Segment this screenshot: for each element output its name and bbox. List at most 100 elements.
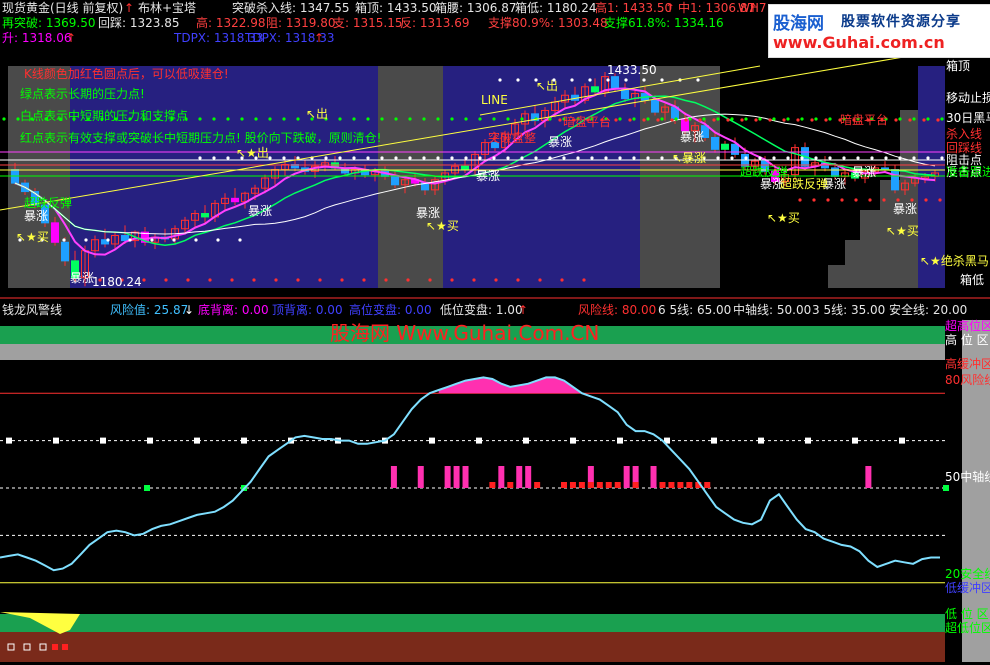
dot — [582, 278, 586, 282]
header-row2-item: 高: 1322.98 — [196, 15, 265, 30]
dot — [422, 117, 426, 121]
upper-annotation: 绿点表示长期的压力点! — [20, 86, 145, 101]
candle-body — [231, 197, 239, 203]
marker-square — [711, 437, 717, 444]
dot — [744, 156, 748, 160]
dot — [366, 156, 370, 160]
dot — [618, 117, 622, 121]
dot — [576, 156, 580, 160]
dot — [810, 118, 814, 122]
upper-annotation: 1180.24 — [92, 275, 142, 289]
lower-header-item: ↓ — [184, 303, 194, 317]
signal-pink-bar — [516, 466, 523, 488]
lower-right-label: 低缓冲区 — [945, 580, 990, 595]
dot — [506, 117, 510, 121]
marker-red — [52, 644, 58, 650]
dot — [240, 117, 244, 121]
lower-header-item: 6 5线: 65.00 — [658, 303, 731, 317]
dot — [660, 117, 664, 121]
dot — [730, 117, 734, 121]
lower-right-label: 低 位 区 — [945, 606, 989, 621]
candle-body — [591, 86, 599, 93]
upper-right-label: 准备跟进 — [946, 165, 990, 179]
dot — [898, 117, 902, 121]
logo-url: www.Guhai.com.cn — [773, 33, 945, 52]
signal-pink-bar — [444, 466, 451, 488]
header-row2-item: 支撑61.8%: 1334.16 — [604, 15, 724, 30]
dot — [380, 117, 384, 121]
dot — [646, 117, 650, 121]
upper-annotation: 暗盘平台 — [563, 114, 611, 129]
lower-right-label: 20安全线 — [945, 566, 990, 581]
header-row2-item: 反: 1313.69 — [400, 16, 469, 30]
lower-right-label: 超高位区 — [945, 318, 990, 333]
candle-body — [51, 222, 59, 243]
dot — [254, 117, 258, 121]
header-row1-item: WH7 — [738, 1, 767, 15]
candle-body — [391, 175, 399, 186]
dot — [716, 156, 720, 160]
dot — [712, 118, 716, 122]
upper-annotation: ↖★买 — [767, 211, 800, 225]
dot — [338, 156, 342, 160]
dot — [516, 78, 520, 82]
dot — [624, 78, 628, 82]
dot — [142, 278, 146, 282]
logo-tagline: 股票软件资源分享 — [841, 14, 961, 30]
chart-canvas: K线颜色加红色圆点后，可以低吸建仓! 绿点表示长期的压力点! 白点表示中短期的压力和… — [0, 0, 990, 662]
dot — [450, 156, 454, 160]
dot — [230, 278, 234, 282]
upper-annotation: 暴涨 — [248, 203, 272, 218]
header-row1-item: 箱低: 1180.24 — [515, 0, 596, 15]
dot — [366, 117, 370, 121]
upper-annotation: 暴涨 — [893, 201, 917, 216]
dot — [516, 278, 520, 282]
signal-pink-bar — [417, 466, 424, 488]
dot — [882, 198, 886, 202]
dot — [558, 118, 562, 122]
dot — [186, 278, 190, 282]
dot — [268, 156, 272, 160]
dot — [128, 238, 132, 242]
upper-annotation: 突破盘整 — [488, 130, 536, 145]
dot — [938, 198, 942, 202]
lower-header-item: 高位变盘: 0.00 — [349, 302, 432, 317]
dot — [560, 278, 564, 282]
dot — [926, 117, 930, 121]
dot — [338, 117, 342, 121]
site-logo[interactable]: 股海网 股票软件资源分享 www.Guhai.com.cn — [768, 4, 990, 58]
signal-pink-bar — [453, 466, 460, 488]
header-row2-item: 支: 1315.15 — [333, 16, 402, 30]
signal-pink-bar — [390, 466, 397, 488]
dot — [212, 117, 216, 121]
signal-red-square — [632, 482, 639, 488]
dot — [472, 278, 476, 282]
upper-annotation: 红点表示有效支撑或突破长中短期压力点! 股价向下跌破，原则清仓! — [20, 130, 381, 145]
dot — [674, 117, 678, 121]
dot — [464, 117, 468, 121]
upper-annotation: ↖★绝杀黑马 — [920, 253, 989, 268]
upper-annotation: 箱低 — [960, 272, 984, 287]
upper-right-label: 30日黑马 — [946, 111, 990, 125]
dot — [840, 198, 844, 202]
candle-body — [61, 241, 69, 262]
dot — [324, 156, 328, 160]
upper-right-label: 杀入线 — [946, 126, 982, 141]
dot — [812, 198, 816, 202]
dot — [498, 78, 502, 82]
dot — [282, 117, 286, 121]
candle-body — [121, 235, 129, 242]
dot — [912, 117, 916, 121]
candle-body — [721, 143, 729, 150]
logo-name: 股海网 — [773, 14, 824, 34]
marker-square — [758, 437, 764, 444]
dot — [538, 278, 542, 282]
dot — [604, 156, 608, 160]
dot — [226, 117, 230, 121]
candle-body — [711, 136, 719, 150]
dot — [494, 278, 498, 282]
signal-red-square — [489, 482, 496, 488]
dot — [520, 117, 524, 121]
dot — [198, 117, 202, 121]
candle-body — [461, 165, 469, 171]
